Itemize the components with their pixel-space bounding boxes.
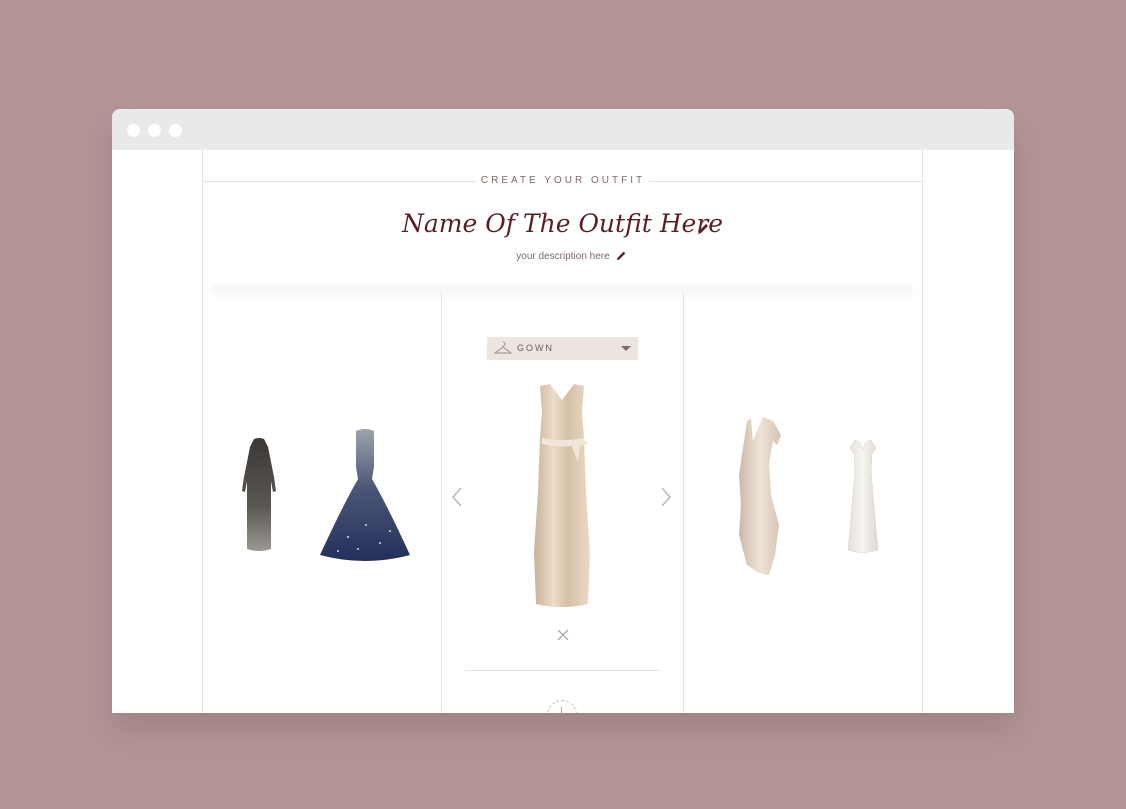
plus-icon: [561, 707, 562, 713]
chevron-left-icon[interactable]: [450, 486, 464, 508]
content-border-right: [922, 150, 923, 713]
add-item-button[interactable]: [547, 700, 577, 713]
chevron-right-icon[interactable]: [659, 486, 673, 508]
champagne-satin-gown[interactable]: [528, 382, 596, 608]
content-border-left: [202, 150, 203, 713]
close-icon[interactable]: [556, 628, 570, 642]
center-divider: [465, 670, 661, 671]
window-dot-close[interactable]: [127, 124, 140, 137]
pencil-icon[interactable]: [615, 250, 627, 262]
browser-window: CREATE YOUR OUTFIT Name Of The Outfit He…: [112, 109, 1014, 713]
sequin-long-sleeve-gown[interactable]: [238, 437, 280, 553]
navy-ball-gown[interactable]: [318, 427, 412, 565]
window-titlebar: [112, 109, 1014, 150]
column-divider-right: [683, 293, 684, 713]
white-lace-gown[interactable]: [846, 438, 880, 554]
pencil-icon[interactable]: [696, 222, 710, 236]
column-divider-left: [441, 293, 442, 713]
header-shadow: [212, 285, 912, 299]
category-value: GOWN: [517, 343, 554, 353]
outfit-name[interactable]: Name Of The Outfit Here: [402, 209, 723, 238]
outfit-description[interactable]: your description here: [492, 251, 634, 262]
section-label: CREATE YOUR OUTFIT: [477, 175, 649, 186]
window-dot-maximize[interactable]: [169, 124, 182, 137]
hanger-icon: [494, 341, 512, 354]
category-dropdown[interactable]: GOWN: [487, 337, 638, 360]
window-dot-minimize[interactable]: [148, 124, 161, 137]
caret-down-icon: [621, 346, 631, 351]
draped-satin-dress[interactable]: [733, 415, 785, 577]
